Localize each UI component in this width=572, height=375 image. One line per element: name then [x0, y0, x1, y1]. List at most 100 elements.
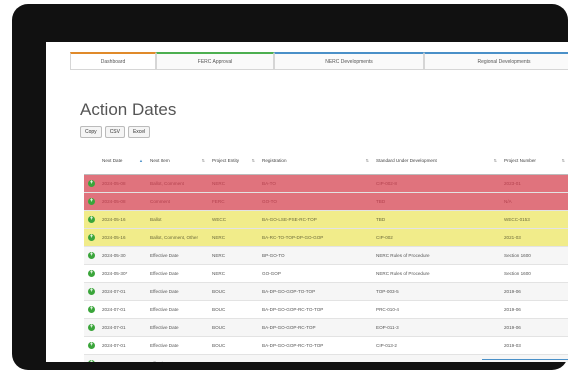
table-row[interactable]: +2024-05-30 Effective Date NERC BP-GO-TO NER…	[84, 246, 568, 265]
table-cell: Effective Date	[146, 282, 208, 301]
expand-cell: +	[84, 354, 98, 362]
table-cell: 2023-01	[500, 174, 568, 193]
expand-cell: +	[84, 210, 98, 229]
table-cell: BA-TO	[258, 174, 372, 193]
table-row[interactable]: +2024-05-16 Ballot WECC BA-GO-LSE-PSE-RC-TO…	[84, 210, 568, 229]
table-cell: Effective Date	[146, 246, 208, 265]
sort-icon: ⇅	[251, 158, 255, 163]
tab-dashboard[interactable]: Dashboard	[70, 52, 156, 70]
table-cell: 2019-03	[500, 336, 568, 355]
tab-ferc-approval[interactable]: FERC Approval	[156, 52, 274, 70]
table-cell: 2019-06	[500, 300, 568, 319]
table-cell: BOUC	[208, 354, 258, 362]
table-cell: 2024-07-01	[98, 354, 146, 362]
table-cell: 2024-07-01	[98, 282, 146, 301]
table-row[interactable]: +2024-05-08 Comment FERC GO-TO TBD N/A	[84, 192, 568, 211]
expand-row-icon[interactable]: +	[88, 252, 95, 259]
expand-row-icon[interactable]: +	[88, 360, 95, 362]
table-cell: 2024-07-01	[98, 318, 146, 337]
table-row[interactable]: +2024-07-01Effective DateBOUCBA-DP-GO-GO…	[84, 300, 568, 319]
sort-icon: ⇅	[201, 158, 205, 163]
table-cell: BA-DP-GO-GOP-RC-TOP	[258, 318, 372, 337]
table-cell: Section 1600	[500, 246, 568, 265]
column-header-standard[interactable]: Standard Under Development ⇅	[372, 146, 500, 175]
table-cell: 2024-07-01	[98, 300, 146, 319]
excel-button[interactable]: Excel	[127, 126, 151, 138]
table-cell: Ballot	[146, 210, 208, 229]
expand-cell: +	[84, 192, 98, 211]
table-cell: CIP-002-8	[372, 174, 500, 193]
table-row[interactable]: +2024-05-08 Ballot, Comment NERC BA-TO CIP-0…	[84, 174, 568, 193]
table-cell: NERC	[208, 264, 258, 283]
table-cell: 2019-06	[500, 318, 568, 337]
table-cell: Effective Date	[146, 318, 208, 337]
table-cell: 2024-07-01	[98, 336, 146, 355]
expand-row-icon[interactable]: +	[88, 234, 95, 241]
table-row[interactable]: +2024-05-16 Ballot, Comment, Other NERC BA-…	[84, 228, 568, 247]
table-cell: NERC	[208, 246, 258, 265]
copy-button[interactable]: Copy	[80, 126, 102, 138]
table-cell: Section 1600	[500, 264, 568, 283]
table-cell: TBD	[372, 192, 500, 211]
table-cell: CIP-012-4	[372, 354, 500, 362]
column-header-next-date[interactable]: Next Date ▲	[98, 146, 146, 175]
table-cell: BA-RC-TO-TOP-DP-GO-GOP	[258, 228, 372, 247]
expand-row-icon[interactable]: +	[88, 342, 95, 349]
column-header-project-entity[interactable]: Project Entity ⇅	[208, 146, 258, 175]
table-cell: CIP-002	[372, 228, 500, 247]
table-cell: BA-GO-LSE-PSE-RC-TOP	[258, 210, 372, 229]
column-header-registration[interactable]: Registration ⇅	[258, 146, 372, 175]
expand-cell: +	[84, 282, 98, 301]
table-cell: PRC-010-4	[372, 300, 500, 319]
table-cell: NERC	[208, 228, 258, 247]
table-cell: 2024-05-30*	[98, 264, 146, 283]
table-cell: 2024-05-30	[98, 246, 146, 265]
expand-row-icon[interactable]: +	[88, 324, 95, 331]
table-row[interactable]: +2024-07-01Effective DateBOUCBA-DP-GO-GO…	[84, 336, 568, 355]
table-cell: NERC	[208, 174, 258, 193]
table-cell: TBD	[372, 210, 500, 229]
table-cell: BOUC	[208, 300, 258, 319]
table-row[interactable]: +2024-05-30* Effective Date NERC GO-GOP NERC…	[84, 264, 568, 283]
column-header-project-number[interactable]: Project Number ⇅	[500, 146, 568, 175]
table-cell: BA-DP-GO-GOP-TO-TOP	[258, 282, 372, 301]
table-cell: Effective Date	[146, 354, 208, 362]
csv-button[interactable]: CSV	[104, 126, 125, 138]
table-cell: 2024-05-16	[98, 228, 146, 247]
page-title: Action Dates	[80, 100, 177, 119]
table-cell: Effective Date	[146, 264, 208, 283]
table-cell: NERC Rules of Procedure	[372, 246, 500, 265]
column-header-label: Standard Under Development	[376, 157, 437, 163]
table-cell: Effective Date	[146, 336, 208, 355]
expand-cell: +	[84, 300, 98, 319]
table-cell: TOP-003-5	[372, 282, 500, 301]
expand-row-icon[interactable]: +	[88, 288, 95, 295]
tab-bar: Dashboard FERC Approval NERC Development…	[70, 52, 568, 72]
expand-row-icon[interactable]: +	[88, 216, 95, 223]
table-cell: EOP-011-3	[372, 318, 500, 337]
table-cell: Ballot, Comment	[146, 174, 208, 193]
tab-regional-developments[interactable]: Regional Developments	[424, 52, 568, 70]
table-header-row: Next Date ▲ Next Item ⇅ Project Entity ⇅ Re…	[84, 146, 568, 175]
table-cell: 2021-03	[500, 228, 568, 247]
expand-cell: +	[84, 264, 98, 283]
table-cell: 2024-05-08	[98, 192, 146, 211]
table-cell: WECC	[208, 210, 258, 229]
table-cell: BA-DP-GO-GOP-RC-TO-TOP	[258, 354, 372, 362]
table-row[interactable]: +2024-07-01Effective DateBOUCBA-DP-GO-GO…	[84, 318, 568, 337]
expand-cell: +	[84, 246, 98, 265]
column-header-label: Next Date	[102, 157, 123, 163]
expand-cell: +	[84, 228, 98, 247]
expand-row-icon[interactable]: +	[88, 180, 95, 187]
action-dates-table: Next Date ▲ Next Item ⇅ Project Entity ⇅ Re…	[84, 146, 568, 362]
table-cell: N/A	[500, 192, 568, 211]
app-screen: Dashboard FERC Approval NERC Development…	[46, 42, 568, 362]
column-header-label: Project Number	[504, 157, 536, 163]
expand-row-icon[interactable]: +	[88, 198, 95, 205]
table-row[interactable]: +2024-07-01Effective DateBOUCBA-DP-GO-GO…	[84, 282, 568, 301]
expand-row-icon[interactable]: +	[88, 306, 95, 313]
expand-row-icon[interactable]: +	[88, 270, 95, 277]
table-cell: 2024-05-16	[98, 210, 146, 229]
tab-nerc-developments[interactable]: NERC Developments	[274, 52, 424, 70]
column-header-next-item[interactable]: Next Item ⇅	[146, 146, 208, 175]
